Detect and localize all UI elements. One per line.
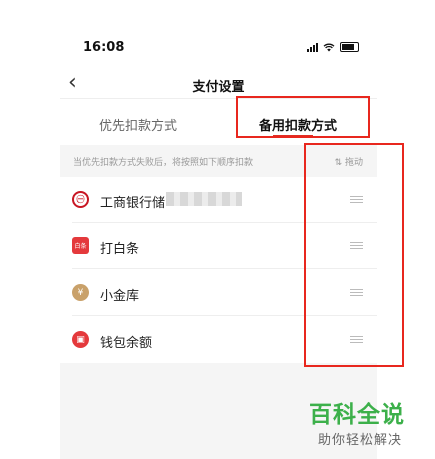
annotation-box-drag xyxy=(304,143,404,367)
annotation-box-tab xyxy=(236,96,370,138)
page-title: 支付设置 xyxy=(192,80,245,95)
payment-method-label: 打白条 xyxy=(100,242,140,257)
baitiao-icon: 白条 xyxy=(72,237,89,254)
icbc-bank-icon: ㊀ xyxy=(72,191,89,208)
money-bag-icon: ¥ xyxy=(72,284,89,301)
hint-text: 当优先扣款方式失败后，将按照如下顺序扣款 xyxy=(73,158,254,168)
masked-account-number xyxy=(166,192,242,206)
tab-primary-payment[interactable]: 优先扣款方式 xyxy=(99,115,177,134)
payment-method-label: 工商银行储 xyxy=(100,196,166,211)
status-time: 16:08 xyxy=(83,40,125,55)
signal-icon xyxy=(307,42,318,52)
payment-method-label: 钱包余额 xyxy=(100,336,153,351)
wallet-icon: ▣ xyxy=(72,331,89,348)
watermark-subtitle: 助你轻松解决 xyxy=(318,433,403,448)
payment-method-label: 小金库 xyxy=(100,289,140,304)
watermark-title: 百科全说 xyxy=(309,402,405,428)
battery-icon xyxy=(340,42,359,52)
status-icons xyxy=(307,42,359,52)
wifi-icon xyxy=(323,43,335,51)
